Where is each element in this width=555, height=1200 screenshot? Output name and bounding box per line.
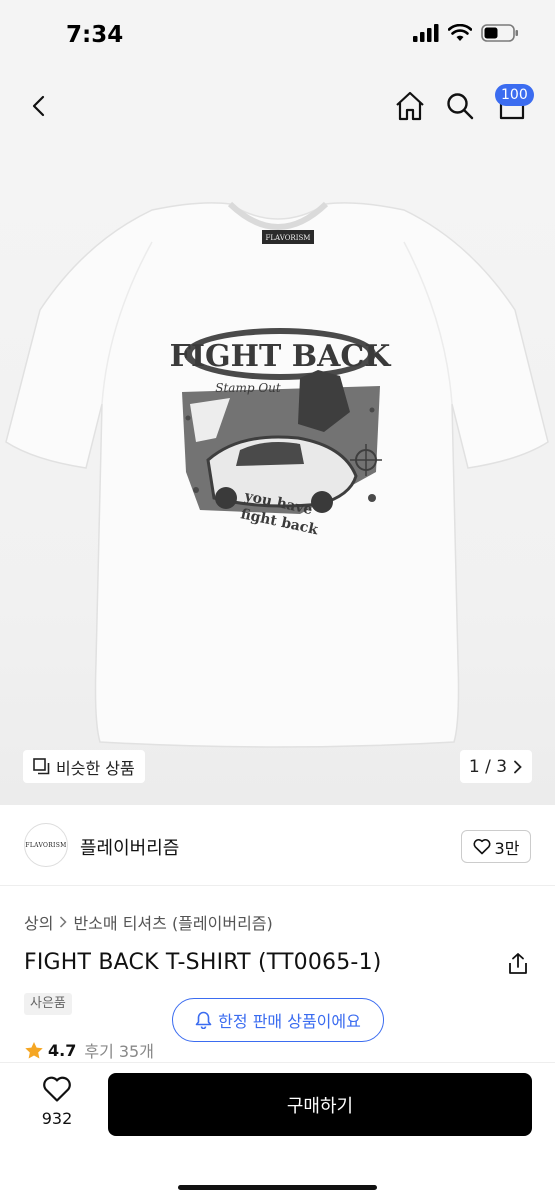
print-title: FIGHT BACK xyxy=(170,339,392,374)
share-button[interactable] xyxy=(505,951,531,977)
chevron-right-icon xyxy=(514,760,522,773)
product-image-carousel[interactable]: FIGHT BACK Stamp Out you have fight back… xyxy=(0,142,555,805)
rating[interactable]: 4.7 후기 35개 xyxy=(24,1038,154,1062)
signal-icon xyxy=(413,24,439,42)
print-subtitle: Stamp Out xyxy=(215,381,281,395)
status-icons xyxy=(413,24,519,42)
brand-row[interactable]: FLAVORISM 플레이버리즘 3만 xyxy=(0,806,555,886)
limited-sale-label: 한정 판매 상품이에요 xyxy=(218,1012,361,1031)
brand-like-button[interactable]: 3만 xyxy=(461,830,531,863)
brand-like-count: 3만 xyxy=(494,838,520,858)
search-icon xyxy=(447,93,474,120)
image-pager[interactable]: 1 / 3 xyxy=(460,750,532,783)
brand-name[interactable]: 플레이버리즘 xyxy=(80,834,179,860)
breadcrumb-item[interactable]: 상의 xyxy=(24,910,53,934)
home-indicator xyxy=(178,1185,377,1190)
buy-button-label: 구매하기 xyxy=(286,1095,354,1117)
review-count[interactable]: 후기 35개 xyxy=(84,1038,154,1062)
buy-button[interactable]: 구매하기 xyxy=(108,1073,532,1136)
home-icon xyxy=(396,91,424,121)
similar-products-label: 비슷한 상품 xyxy=(56,758,135,778)
search-button[interactable] xyxy=(438,84,482,128)
image-pager-text: 1 / 3 xyxy=(468,756,508,777)
breadcrumb-item[interactable]: 반소매 티셔츠 (플레이버리즘) xyxy=(73,910,272,934)
wishlist-button[interactable]: 932 xyxy=(36,1075,78,1128)
star-icon xyxy=(25,1041,43,1058)
back-button[interactable] xyxy=(18,84,62,128)
similar-products-button[interactable]: 비슷한 상품 xyxy=(23,750,145,783)
breadcrumb: 상의 반소매 티셔츠 (플레이버리즘) xyxy=(24,910,273,934)
share-icon xyxy=(509,953,527,974)
battery-icon xyxy=(481,24,518,42)
brand-logo[interactable]: FLAVORISM xyxy=(24,823,68,867)
brand-logo-text: FLAVORISM xyxy=(25,841,67,849)
shirt-tag-label: FLAVORISM xyxy=(266,234,311,242)
gift-badge: 사은품 xyxy=(24,993,72,1015)
cart-count-badge: 100 xyxy=(495,84,534,106)
chevron-right-icon xyxy=(60,916,68,928)
home-button[interactable] xyxy=(388,84,432,128)
wifi-icon xyxy=(448,24,472,41)
product-title: FIGHT BACK T-SHIRT (TT0065-1) xyxy=(24,950,382,975)
product-image: FIGHT BACK Stamp Out you have fight back… xyxy=(5,201,549,748)
rating-score: 4.7 xyxy=(48,1040,77,1060)
top-nav xyxy=(0,72,555,142)
wishlist-count: 932 xyxy=(41,1109,73,1128)
bottom-action-bar: 932 구매하기 xyxy=(0,1062,555,1200)
heart-icon xyxy=(473,838,491,855)
heart-icon xyxy=(43,1076,71,1102)
bell-icon xyxy=(195,1011,212,1029)
status-time: 7:34 xyxy=(66,22,124,48)
limited-sale-toast[interactable]: 한정 판매 상품이에요 xyxy=(172,998,384,1042)
chevron-left-icon xyxy=(32,95,45,117)
copy-icon xyxy=(33,758,50,775)
status-bar: 7:34 xyxy=(0,0,555,72)
